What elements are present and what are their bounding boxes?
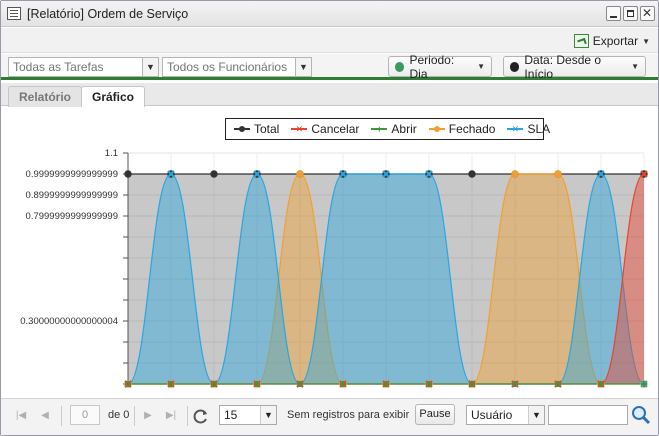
period-label: Periodo: Dia [409, 52, 455, 81]
employees-combo[interactable]: ▼ [162, 57, 312, 77]
data-point-total [210, 170, 218, 178]
page-count-label: de 0 [108, 409, 130, 421]
chevron-down-icon: ▼ [631, 62, 639, 71]
pause-button[interactable]: Pause [415, 404, 455, 425]
first-page-icon[interactable]: |◀ [11, 406, 31, 426]
search-icon[interactable] [631, 405, 651, 425]
page-number-input[interactable]: 0 [70, 405, 100, 425]
area-chart: 1.1 0.9999999999999999 0.8999999999999999 0… [20, 148, 648, 388]
search-field-value: Usuário [471, 408, 513, 422]
tab-relatorio[interactable]: Relatório [8, 86, 83, 107]
separator [61, 406, 62, 426]
next-page-icon[interactable]: ▶ [138, 406, 158, 426]
filter-toolbar: ▼ ▼ Periodo: Dia ▼ Data: Desde o Início … [1, 53, 658, 81]
chevron-down-icon[interactable]: ▼ [528, 406, 544, 424]
tasks-combo[interactable]: ▼ [8, 57, 159, 77]
export-toolbar: Exportar ▼ [1, 28, 658, 53]
separator [134, 406, 135, 426]
report-window: [Relatório] Ordem de Serviço ✕ Exportar … [0, 0, 659, 436]
prev-page-icon[interactable]: ◀ [35, 406, 55, 426]
window-list-icon [7, 7, 21, 20]
data-point-total [124, 170, 132, 178]
refresh-icon[interactable] [191, 406, 211, 426]
empty-message: Sem registros para exibir [287, 409, 410, 421]
y-tick-label: 0.8999999999999999 [26, 190, 118, 201]
window-title: [Relatório] Ordem de Serviço [27, 7, 189, 21]
y-tick-label: 0.30000000000000004 [20, 316, 118, 327]
close-icon[interactable]: ✕ [640, 6, 655, 21]
chart-panel: Total ✕ Cancelar + Abrir Fechado ✕ SLA 1.1 0.999… [1, 107, 658, 397]
data-point-fechado [554, 170, 562, 178]
date-button[interactable]: Data: Desde o Início ▼ [503, 53, 646, 81]
chevron-down-icon[interactable]: ▼ [295, 58, 311, 76]
tasks-input[interactable] [9, 58, 158, 76]
data-point-fechado [511, 170, 519, 178]
tab-grafico[interactable]: Gráfico [81, 86, 146, 108]
title-bar: [Relatório] Ordem de Serviço ✕ [1, 1, 658, 27]
y-tick-label: 1.1 [105, 148, 118, 159]
page-size-combo[interactable]: 15 ▼ [219, 405, 277, 425]
date-status-dot [510, 61, 520, 72]
period-button[interactable]: Periodo: Dia ▼ [388, 53, 492, 81]
search-input[interactable] [548, 405, 628, 425]
export-label: Exportar [592, 34, 639, 48]
chevron-down-icon[interactable]: ▼ [260, 406, 276, 424]
separator [187, 406, 188, 426]
last-page-icon[interactable]: ▶| [161, 406, 181, 426]
chevron-down-icon: ▼ [642, 36, 650, 46]
data-point-fechado [296, 170, 304, 178]
search-field-combo[interactable]: Usuário ▼ [466, 405, 545, 425]
maximize-icon[interactable] [623, 6, 638, 21]
data-point-total [468, 170, 476, 178]
minimize-icon[interactable] [606, 6, 621, 21]
export-icon [573, 34, 589, 48]
export-button[interactable]: Exportar ▼ [573, 32, 650, 50]
y-tick-label: 0.9999999999999999 [26, 169, 118, 180]
tab-bar: Relatório Gráfico [1, 83, 658, 108]
page-size-value: 15 [224, 408, 238, 422]
date-label: Data: Desde o Início [524, 52, 602, 81]
chevron-down-icon[interactable]: ▼ [142, 58, 158, 76]
paging-toolbar: |◀ ◀ 0 de 0 ▶ ▶| 15 ▼ Sem registros para… [1, 398, 658, 435]
y-tick-label: 0.7999999999999999 [26, 211, 118, 222]
employees-input[interactable] [163, 58, 311, 76]
chevron-down-icon: ▼ [477, 62, 485, 71]
period-status-dot [395, 61, 405, 72]
